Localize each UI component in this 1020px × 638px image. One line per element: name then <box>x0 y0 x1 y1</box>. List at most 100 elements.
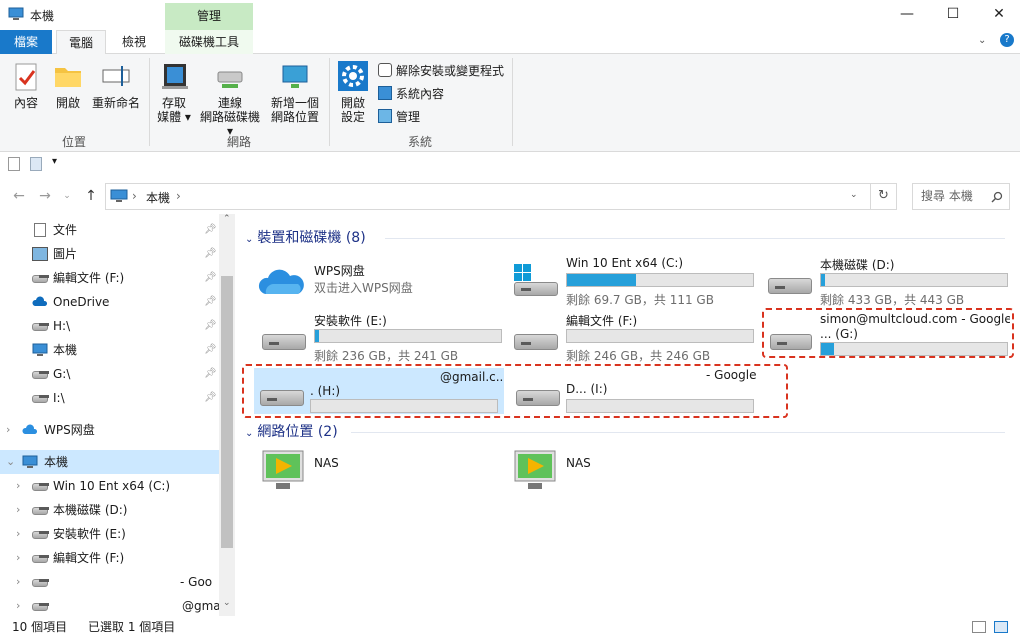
uninstall-button[interactable]: 解除安裝或變更程式 <box>378 63 504 79</box>
system-properties-button[interactable]: 系統內容 <box>378 86 444 102</box>
network-tile-nas-2[interactable]: NAS <box>510 446 760 496</box>
sidebar-item-i[interactable]: I:\ 📌︎ <box>0 386 220 410</box>
tab-computer[interactable]: 電腦 <box>56 30 106 55</box>
back-button[interactable]: ← <box>10 188 28 204</box>
scroll-up-icon[interactable]: ⌃ <box>223 214 231 224</box>
tab-view[interactable]: 檢視 <box>110 30 158 54</box>
add-network-location-button[interactable]: 新增一個 網路位置 <box>266 60 324 124</box>
chevron-right-icon[interactable]: › <box>16 474 20 498</box>
pin-icon: 📌︎ <box>204 392 217 403</box>
selected-count: 已選取 1 個項目 <box>88 620 176 634</box>
properties-qat-icon[interactable] <box>8 157 20 171</box>
chevron-right-icon[interactable]: › <box>16 498 20 522</box>
search-input[interactable]: 搜尋 本機 <box>912 183 1010 210</box>
sidebar-scroll-thumb[interactable] <box>221 276 233 548</box>
properties-icon <box>10 60 42 92</box>
sidebar-item-this-pc[interactable]: ⌄ 本機 <box>0 450 220 474</box>
open-button[interactable]: 開啟 <box>48 60 88 110</box>
large-icons-view-icon[interactable] <box>994 621 1008 633</box>
help-icon[interactable]: ? <box>1000 33 1014 47</box>
sidebar-item-documents[interactable]: 文件 📌︎ <box>0 218 220 242</box>
chevron-right-icon[interactable]: › <box>16 546 20 570</box>
rename-icon <box>100 60 132 92</box>
usage-bar <box>310 399 498 413</box>
access-media-button[interactable]: 存取 媒體 ▾ <box>152 60 196 124</box>
tab-file[interactable]: 檔案 <box>0 30 52 54</box>
address-bar[interactable]: › 本機 › ⌄ ↻ <box>105 183 897 210</box>
sidebar-item-this-pc-quick[interactable]: 本機 📌︎ <box>0 338 220 362</box>
devices-section-header[interactable]: ⌄ 裝置和磁碟機 (8) <box>245 228 1010 248</box>
computer-icon <box>22 455 38 468</box>
computer-icon <box>110 189 128 202</box>
chevron-right-icon[interactable]: › <box>16 570 20 594</box>
sidebar-item-drive-c[interactable]: › Win 10 Ent x64 (C:) <box>0 474 220 498</box>
usage-bar <box>820 273 1008 287</box>
sidebar-item-drive-d[interactable]: › 本機磁碟 (D:) <box>0 498 220 522</box>
chevron-right-icon[interactable]: › <box>16 522 20 546</box>
tab-drive-tools[interactable]: 磁碟機工具 <box>165 30 253 54</box>
close-button[interactable]: ✕ <box>976 0 1020 30</box>
pin-icon: 📌︎ <box>204 248 217 259</box>
pictures-icon <box>32 247 48 261</box>
new-folder-qat-icon[interactable] <box>30 157 42 171</box>
recent-dropdown-icon[interactable]: ⌄ <box>58 191 76 201</box>
drive-icon <box>262 334 306 350</box>
chevron-right-icon[interactable]: › <box>6 418 10 442</box>
device-tile-drive-d[interactable]: 本機磁碟 (D:) 剩餘 433 GB，共 443 GB <box>764 256 1014 307</box>
sidebar-item-drive-e[interactable]: › 安裝軟件 (E:) <box>0 522 220 546</box>
window-title: 本機 <box>30 9 55 23</box>
device-tile-drive-c[interactable]: Win 10 Ent x64 (C:) 剩餘 69.7 GB，共 111 GB <box>510 256 760 307</box>
sidebar-item-drive-h[interactable]: › @gma <box>0 594 220 616</box>
up-button[interactable]: ↑ <box>82 188 100 204</box>
section-divider <box>351 432 1005 433</box>
maximize-button[interactable]: ☐ <box>930 0 976 30</box>
wps-cloud-icon <box>22 424 38 434</box>
uninstall-icon <box>378 63 392 77</box>
manage-button[interactable]: 管理 <box>378 109 420 125</box>
network-drive-icon <box>32 371 49 379</box>
onedrive-cloud-icon <box>32 296 48 306</box>
sidebar-item-wps[interactable]: › WPS网盘 <box>0 418 220 442</box>
forward-button[interactable]: → <box>36 188 54 204</box>
rename-button[interactable]: 重新命名 <box>90 60 142 110</box>
properties-button[interactable]: 內容 <box>6 60 46 110</box>
group-label-network: 網路 <box>226 135 251 149</box>
chevron-down-icon[interactable]: ⌄ <box>245 234 253 245</box>
ribbon-collapse-icon[interactable]: ⌄ <box>978 35 986 46</box>
usage-bar <box>820 342 1008 356</box>
system-properties-icon <box>378 86 392 100</box>
details-view-icon[interactable] <box>972 621 986 633</box>
device-tile-drive-g[interactable]: simon@multcloud.com - Google ... (G:) <box>764 312 1010 356</box>
minimize-button[interactable]: — <box>884 0 930 30</box>
sidebar-item-h[interactable]: H:\ 📌︎ <box>0 314 220 338</box>
open-settings-button[interactable]: 開啟 設定 <box>334 60 372 124</box>
network-section-header[interactable]: ⌄ 網路位置 (2) <box>245 422 1010 442</box>
sidebar-item-pictures[interactable]: 圖片 📌︎ <box>0 242 220 266</box>
pin-icon: 📌︎ <box>204 344 217 355</box>
device-tile-drive-e[interactable]: 安裝軟件 (E:) 剩餘 236 GB，共 241 GB <box>258 312 508 363</box>
breadcrumb-separator[interactable]: › <box>132 189 137 203</box>
scroll-down-icon[interactable]: ⌄ <box>223 598 231 608</box>
sidebar-item-g[interactable]: G:\ 📌︎ <box>0 362 220 386</box>
refresh-button[interactable]: ↻ <box>878 188 889 203</box>
device-tile-wps[interactable]: WPS网盘 双击进入WPS网盘 <box>258 256 508 302</box>
breadcrumb-this-pc[interactable]: 本機 <box>146 189 170 206</box>
sidebar-item-drive-f2[interactable]: › 編輯文件 (F:) <box>0 546 220 570</box>
sidebar-item-drive-g[interactable]: › - Goo <box>0 570 220 594</box>
device-tile-drive-h[interactable]: @gmail.c.. . (H:) <box>254 368 504 414</box>
sidebar-item-drive-f[interactable]: 編輯文件 (F:) 📌︎ <box>0 266 220 290</box>
map-network-drive-button[interactable]: 連線 網路磁碟機 ▾ <box>198 60 262 138</box>
chevron-down-icon[interactable]: ⌄ <box>245 428 253 439</box>
address-dropdown-icon[interactable]: ⌄ <box>850 190 858 200</box>
device-tile-drive-f[interactable]: 編輯文件 (F:) 剩餘 246 GB，共 246 GB <box>510 312 760 363</box>
breadcrumb-separator[interactable]: › <box>176 189 181 203</box>
manage-icon <box>378 109 392 123</box>
qat-dropdown-icon[interactable]: ▾ <box>52 156 57 167</box>
sidebar-item-onedrive[interactable]: OneDrive 📌︎ <box>0 290 220 314</box>
chevron-right-icon[interactable]: › <box>16 594 20 616</box>
context-tab-header: 管理 <box>165 3 253 30</box>
wps-cloud-icon <box>258 269 304 294</box>
chevron-down-icon[interactable]: ⌄ <box>6 450 15 474</box>
device-tile-drive-i[interactable]: - Google D... (I:) <box>510 368 760 414</box>
network-tile-nas-1[interactable]: NAS <box>258 446 508 496</box>
